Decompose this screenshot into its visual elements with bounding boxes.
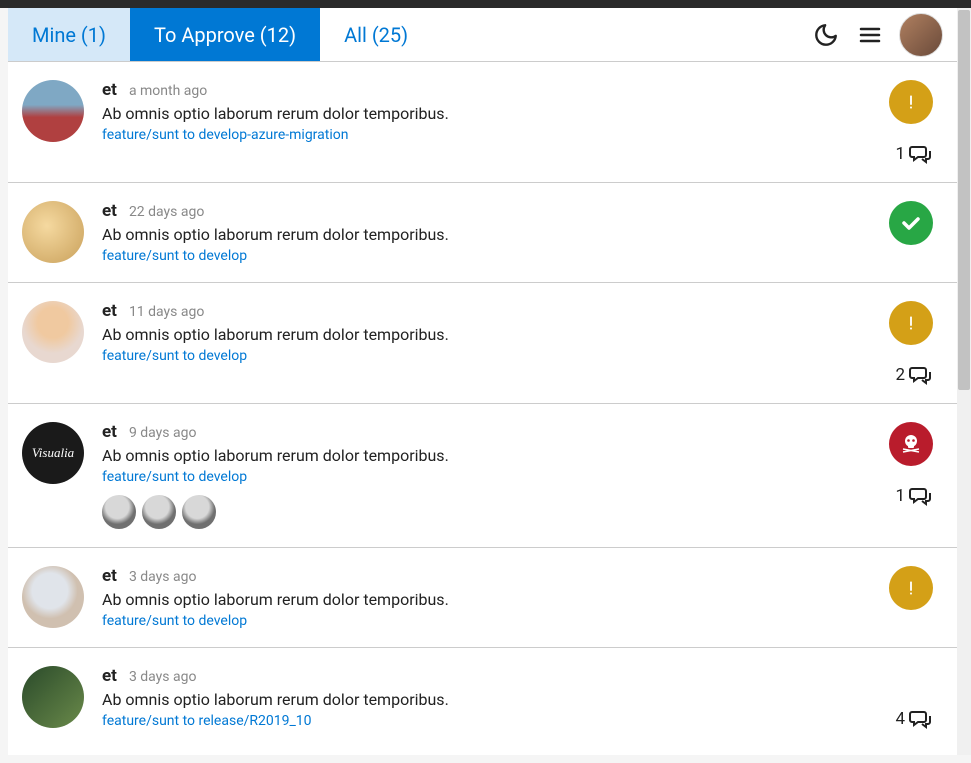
comment-count[interactable]: 4	[895, 709, 933, 729]
app-container: Mine (1) To Approve (12) All (25) et a m…	[8, 8, 957, 755]
pr-side: 2	[873, 301, 933, 385]
reviewer-avatar[interactable]	[182, 495, 216, 529]
comment-number: 4	[895, 709, 905, 729]
pr-header-line: et 22 days ago	[102, 201, 855, 221]
check-icon	[899, 211, 923, 235]
comments-icon	[909, 709, 933, 729]
status-badge-warn	[889, 80, 933, 124]
comment-count[interactable]: 1	[895, 144, 933, 164]
author-avatar	[22, 666, 84, 728]
pr-description: Ab omnis optio laborum rerum dolor tempo…	[102, 590, 855, 609]
pr-title: et	[102, 566, 117, 586]
pr-branch[interactable]: feature/sunt to develop	[102, 248, 855, 264]
pr-item[interactable]: et 3 days ago Ab omnis optio laborum rer…	[8, 548, 957, 648]
pr-side	[873, 566, 933, 629]
pr-item[interactable]: Visualia et 9 days ago Ab omnis optio la…	[8, 404, 957, 548]
pr-header-line: et 3 days ago	[102, 566, 855, 586]
pr-side: 1	[873, 80, 933, 164]
pr-branch[interactable]: feature/sunt to develop	[102, 469, 855, 485]
tabs: Mine (1) To Approve (12) All (25)	[8, 8, 432, 61]
header-icons	[811, 13, 957, 57]
comments-icon	[909, 365, 933, 385]
pr-item[interactable]: et 11 days ago Ab omnis optio laborum re…	[8, 283, 957, 404]
author-avatar	[22, 301, 84, 363]
pr-time: 22 days ago	[129, 204, 204, 220]
pr-title: et	[102, 422, 117, 442]
window-chrome-top	[0, 0, 971, 8]
pr-description: Ab omnis optio laborum rerum dolor tempo…	[102, 325, 855, 344]
user-avatar[interactable]	[899, 13, 943, 57]
pr-description: Ab omnis optio laborum rerum dolor tempo…	[102, 446, 855, 465]
comments-icon	[909, 144, 933, 164]
pr-body: et 9 days ago Ab omnis optio laborum rer…	[102, 422, 855, 529]
pr-branch[interactable]: feature/sunt to develop-azure-migration	[102, 127, 855, 143]
pr-branch[interactable]: feature/sunt to release/R2019_10	[102, 713, 855, 729]
comment-number: 1	[895, 144, 905, 164]
moon-icon	[813, 22, 839, 48]
comment-number: 2	[895, 365, 905, 385]
hamburger-icon	[858, 23, 882, 47]
pr-branch[interactable]: feature/sunt to develop	[102, 348, 855, 364]
pr-header-line: et a month ago	[102, 80, 855, 100]
tab-all[interactable]: All (25)	[320, 8, 432, 61]
pr-item[interactable]: et 3 days ago Ab omnis optio laborum rer…	[8, 648, 957, 747]
comment-count[interactable]: 2	[895, 365, 933, 385]
status-badge-warn	[889, 301, 933, 345]
pr-body: et 22 days ago Ab omnis optio laborum re…	[102, 201, 855, 264]
exclamation-icon	[900, 312, 922, 334]
pr-time: a month ago	[129, 83, 207, 99]
scrollbar-thumb[interactable]	[958, 10, 970, 390]
pr-body: et a month ago Ab omnis optio laborum re…	[102, 80, 855, 164]
pr-header-line: et 3 days ago	[102, 666, 855, 686]
menu-button[interactable]	[855, 20, 885, 50]
pr-side: 1	[873, 422, 933, 529]
comment-number: 1	[895, 486, 905, 506]
pr-side	[873, 201, 933, 264]
pr-time: 9 days ago	[129, 425, 197, 441]
status-badge-ok	[889, 201, 933, 245]
pr-header-line: et 11 days ago	[102, 301, 855, 321]
pr-description: Ab omnis optio laborum rerum dolor tempo…	[102, 104, 855, 123]
pr-branch[interactable]: feature/sunt to develop	[102, 613, 855, 629]
pr-time: 11 days ago	[129, 304, 204, 320]
pr-title: et	[102, 80, 117, 100]
pr-time: 3 days ago	[129, 669, 197, 685]
pr-title: et	[102, 666, 117, 686]
pr-item[interactable]: et a month ago Ab omnis optio laborum re…	[8, 62, 957, 183]
pr-description: Ab omnis optio laborum rerum dolor tempo…	[102, 690, 855, 709]
pr-time: 3 days ago	[129, 569, 197, 585]
tab-to-approve[interactable]: To Approve (12)	[130, 8, 320, 61]
dark-mode-toggle[interactable]	[811, 20, 841, 50]
author-avatar: Visualia	[22, 422, 84, 484]
status-badge-warn	[889, 566, 933, 610]
exclamation-icon	[900, 91, 922, 113]
pr-body: et 11 days ago Ab omnis optio laborum re…	[102, 301, 855, 385]
pr-title: et	[102, 301, 117, 321]
comments-icon	[909, 486, 933, 506]
skull-icon	[899, 432, 923, 456]
reviewer-avatars	[102, 495, 855, 529]
pr-side: 4	[873, 666, 933, 729]
status-badge-danger	[889, 422, 933, 466]
pr-item[interactable]: et 22 days ago Ab omnis optio laborum re…	[8, 183, 957, 283]
author-avatar	[22, 566, 84, 628]
pr-body: et 3 days ago Ab omnis optio laborum rer…	[102, 566, 855, 629]
pr-description: Ab omnis optio laborum rerum dolor tempo…	[102, 225, 855, 244]
avatar-text: Visualia	[32, 445, 74, 461]
author-avatar	[22, 201, 84, 263]
pr-list: et a month ago Ab omnis optio laborum re…	[8, 62, 957, 755]
scrollbar[interactable]	[957, 8, 971, 755]
author-avatar	[22, 80, 84, 142]
header: Mine (1) To Approve (12) All (25)	[8, 8, 957, 62]
comment-count[interactable]: 1	[895, 486, 933, 506]
exclamation-icon	[900, 577, 922, 599]
pr-title: et	[102, 201, 117, 221]
reviewer-avatar[interactable]	[102, 495, 136, 529]
tab-mine[interactable]: Mine (1)	[8, 8, 130, 61]
pr-header-line: et 9 days ago	[102, 422, 855, 442]
pr-body: et 3 days ago Ab omnis optio laborum rer…	[102, 666, 855, 729]
reviewer-avatar[interactable]	[142, 495, 176, 529]
